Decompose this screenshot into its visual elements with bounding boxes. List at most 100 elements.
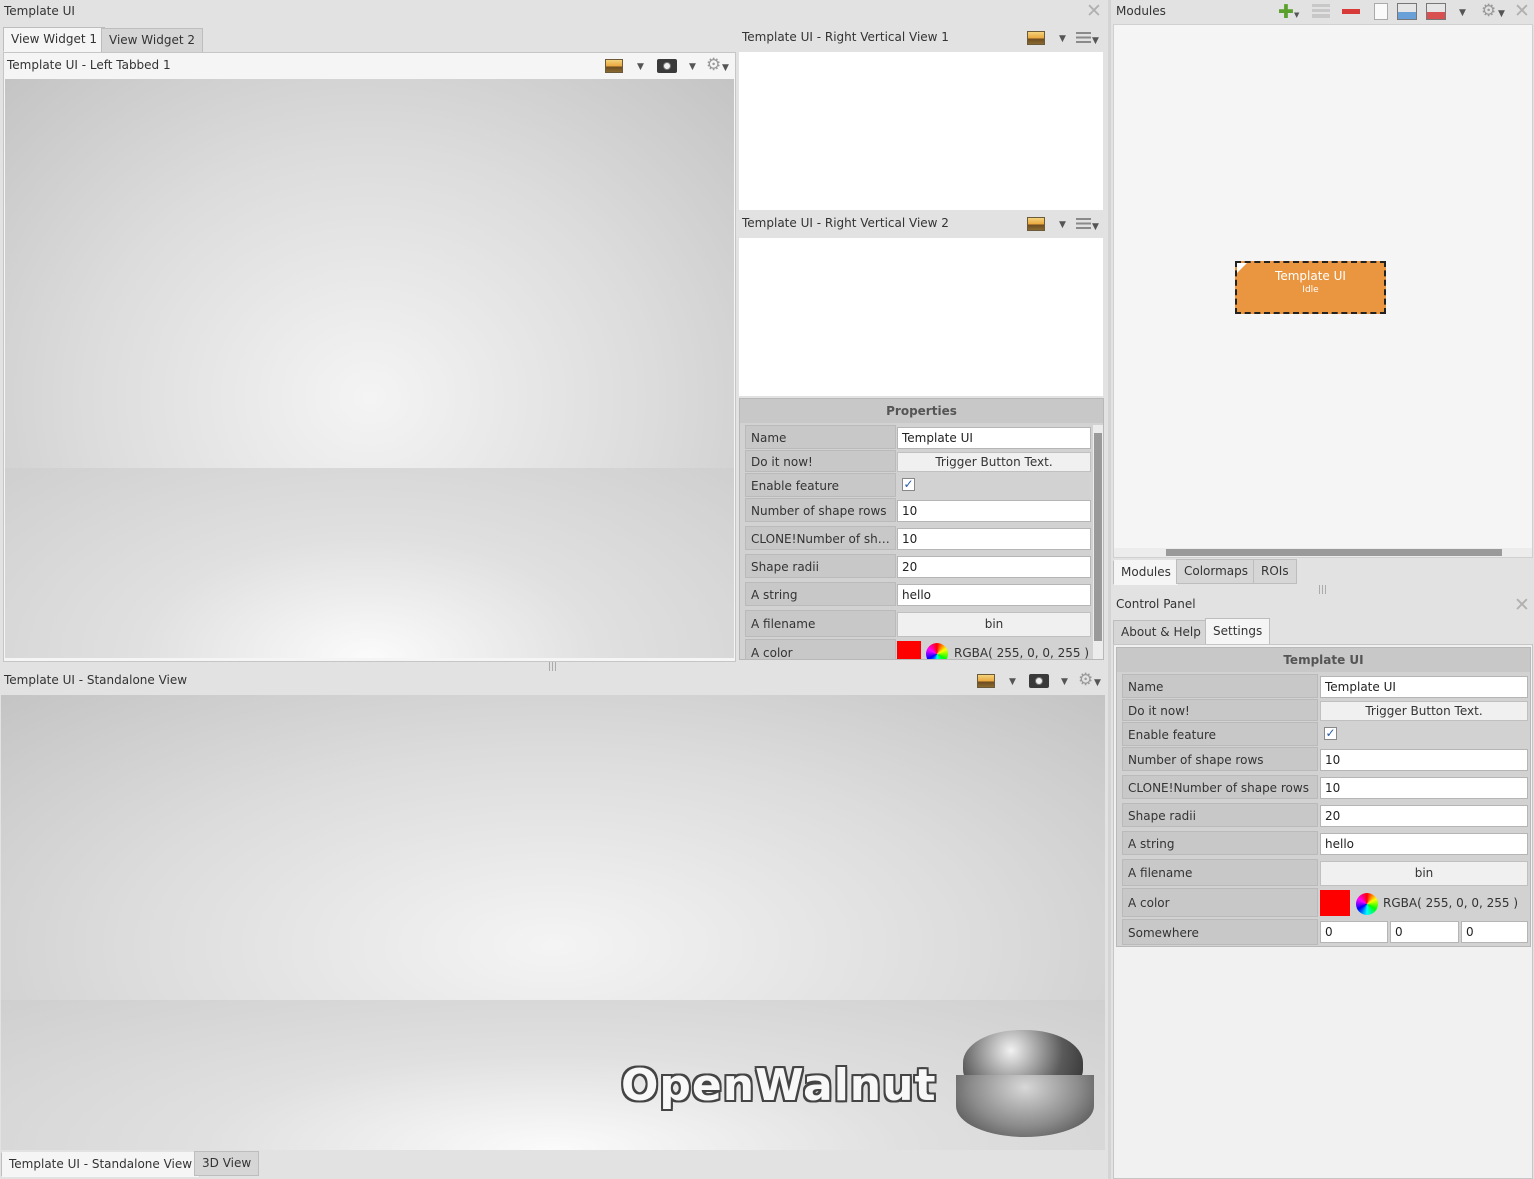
right-view-2-title: Template UI - Right Vertical View 2 [742, 216, 949, 230]
image-icon[interactable] [605, 59, 623, 73]
close-icon[interactable]: ✕ [1514, 2, 1530, 21]
tab-rois[interactable]: ROIs [1253, 559, 1297, 584]
control-properties-header: Template UI [1117, 648, 1530, 672]
dropdown-arrow-icon[interactable]: ▼ [1094, 678, 1101, 688]
dropdown-arrow-icon[interactable]: ▼ [1498, 9, 1505, 19]
position-y-field[interactable]: 0 [1390, 921, 1459, 943]
gear-icon[interactable]: ⚙ [1078, 672, 1093, 689]
property-row: Do it now! Trigger Button Text. [745, 450, 1091, 472]
tab-3d-view[interactable]: 3D View [194, 1151, 260, 1176]
new-file-icon[interactable] [1374, 3, 1388, 20]
dropdown-arrow-icon[interactable]: ▼ [1059, 34, 1066, 44]
color-swatch[interactable] [1320, 890, 1350, 916]
property-label: CLONE!Number of shape rows [1122, 775, 1318, 799]
camera-icon[interactable] [657, 59, 677, 73]
property-row: Enable feature ✓ [745, 473, 1091, 497]
gear-icon[interactable]: ⚙ [1481, 3, 1496, 20]
camera-icon[interactable] [1029, 674, 1049, 688]
load-icon[interactable] [1397, 3, 1417, 20]
tab-label: Modules [1121, 565, 1171, 579]
property-label: A color [1122, 888, 1318, 917]
standalone-3d-viewport[interactable]: OpenWalnut [1, 695, 1105, 1150]
tab-label: 3D View [202, 1156, 252, 1170]
close-icon[interactable]: ✕ [1086, 2, 1102, 21]
menu-icon[interactable] [1076, 32, 1091, 43]
close-icon[interactable]: ✕ [1514, 596, 1530, 615]
dropdown-arrow-icon[interactable]: ▼ [637, 62, 644, 72]
dropdown-arrow-icon[interactable]: ▼ [1459, 8, 1466, 18]
enable-feature-checkbox[interactable]: ✓ [1324, 727, 1337, 740]
clone-shape-rows-field[interactable]: 10 [1320, 777, 1528, 799]
right-view-2-viewport[interactable] [739, 238, 1103, 396]
right-view-1-viewport[interactable] [739, 52, 1103, 210]
module-node-name: Template UI [1275, 269, 1346, 283]
color-wheel-icon[interactable] [1356, 893, 1378, 915]
dropdown-arrow-icon[interactable]: ▼ [722, 63, 729, 73]
dropdown-arrow-icon[interactable]: ▼ [1061, 677, 1068, 687]
name-field[interactable]: Template UI [1320, 676, 1528, 698]
splitter-handle[interactable]: ||| [1318, 585, 1327, 595]
dock-separator[interactable] [1108, 0, 1111, 1179]
image-icon[interactable] [977, 674, 995, 688]
modules-panel-title: Modules [1116, 4, 1166, 18]
gear-icon[interactable]: ⚙ [706, 57, 721, 74]
dropdown-arrow-icon[interactable]: ▼ [1092, 36, 1099, 46]
splitter-handle[interactable]: ||| [548, 662, 557, 672]
menu-icon[interactable] [1076, 218, 1091, 229]
property-label: A string [745, 582, 896, 606]
shape-rows-field[interactable]: 10 [897, 500, 1091, 522]
string-field[interactable]: hello [897, 584, 1091, 606]
position-x-field[interactable]: 0 [1320, 921, 1388, 943]
property-label: A color [745, 639, 896, 659]
tab-modules[interactable]: Modules [1113, 560, 1179, 585]
image-icon[interactable] [1027, 217, 1045, 231]
string-field[interactable]: hello [1320, 833, 1528, 855]
dropdown-arrow-icon[interactable]: ▼ [1092, 222, 1099, 232]
scrollbar-thumb[interactable] [1166, 549, 1502, 556]
tab-colormaps[interactable]: Colormaps [1176, 559, 1257, 584]
image-icon[interactable] [1027, 31, 1045, 45]
name-field[interactable]: Template UI [897, 427, 1091, 449]
tab-view-widget-1[interactable]: View Widget 1 [3, 27, 105, 52]
shape-radii-field[interactable]: 20 [897, 556, 1091, 578]
filename-button[interactable]: bin [897, 612, 1091, 637]
module-canvas-scrollbar[interactable] [1114, 548, 1532, 557]
shape-rows-field[interactable]: 10 [1320, 749, 1528, 771]
shape-radii-field[interactable]: 20 [1320, 805, 1528, 827]
property-label: Do it now! [745, 450, 896, 472]
property-label: CLONE!Number of sha… [745, 526, 896, 550]
remove-icon[interactable] [1342, 9, 1360, 14]
clone-shape-rows-field[interactable]: 10 [897, 528, 1091, 550]
tab-about-help[interactable]: About & Help [1113, 620, 1209, 645]
save-icon[interactable] [1426, 3, 1446, 20]
left-3d-viewport[interactable] [5, 79, 734, 658]
properties-scrollbar[interactable] [1093, 425, 1103, 659]
trigger-button[interactable]: Trigger Button Text. [897, 452, 1091, 472]
dropdown-arrow-icon[interactable]: ▼ [1294, 10, 1299, 20]
enable-feature-checkbox[interactable]: ✓ [902, 478, 915, 491]
color-swatch[interactable] [897, 641, 921, 659]
property-row: A filename bin [1122, 859, 1530, 886]
filename-button[interactable]: bin [1320, 861, 1528, 886]
tab-label: View Widget 2 [109, 33, 195, 47]
module-node[interactable]: Template UI Idle [1235, 261, 1386, 314]
modules-list-icon[interactable] [1312, 4, 1330, 18]
dropdown-arrow-icon[interactable]: ▼ [1059, 220, 1066, 230]
position-z-field[interactable]: 0 [1461, 921, 1528, 943]
node-corner-marker [1237, 263, 1247, 273]
add-icon[interactable]: ✚ [1278, 3, 1294, 22]
main-window-title: Template UI [4, 4, 75, 18]
color-wheel-icon[interactable] [926, 643, 948, 659]
tab-settings[interactable]: Settings [1205, 618, 1271, 645]
module-graph-canvas[interactable]: Template UI Idle [1113, 24, 1533, 558]
dropdown-arrow-icon[interactable]: ▼ [689, 62, 696, 72]
module-node-status: Idle [1302, 285, 1319, 295]
dropdown-arrow-icon[interactable]: ▼ [1009, 677, 1016, 687]
tab-label: Colormaps [1184, 564, 1249, 578]
trigger-button[interactable]: Trigger Button Text. [1320, 701, 1528, 721]
property-row: Shape radii 20 [1122, 803, 1530, 827]
tab-view-widget-2[interactable]: View Widget 2 [101, 28, 203, 53]
tab-standalone-view[interactable]: Template UI - Standalone View [1, 1152, 201, 1177]
scrollbar-thumb[interactable] [1094, 433, 1102, 641]
color-value: RGBA( 255, 0, 0, 255 ) [954, 646, 1090, 660]
